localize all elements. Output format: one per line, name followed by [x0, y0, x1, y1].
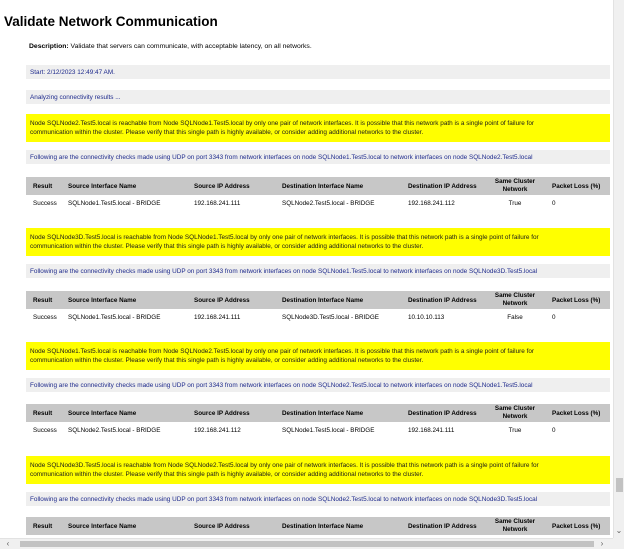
- horizontal-scroll-thumb[interactable]: [20, 541, 594, 547]
- column-header: Source IP Address: [194, 182, 250, 190]
- warning-line: communication within the cluster. Please…: [30, 471, 424, 478]
- warning-box: Node SQLNode3D.Test5.local is reachable …: [26, 228, 610, 256]
- table-cell: 192.168.241.112: [194, 426, 241, 434]
- column-header: Source IP Address: [194, 296, 250, 304]
- column-header: Packet Loss (%): [552, 182, 601, 190]
- column-header: Packet Loss (%): [552, 522, 601, 530]
- column-header: Same Cluster Network: [494, 518, 536, 533]
- column-header: Source Interface Name: [68, 522, 137, 530]
- table-cell: 192.168.241.111: [194, 313, 241, 321]
- column-header: Same Cluster Network: [494, 292, 536, 307]
- table-header: Result Source Interface Name Source IP A…: [26, 291, 610, 309]
- connectivity-checks-heading: Following are the connectivity checks ma…: [26, 492, 610, 506]
- warning-box: Node SQLNode2.Test5.local is reachable f…: [26, 114, 610, 142]
- warning-box: Node SQLNode3D.Test5.local is reachable …: [26, 456, 610, 484]
- vertical-scrollbar[interactable]: ⌄: [613, 0, 624, 538]
- table-cell: Success: [33, 426, 57, 434]
- table-row: Success SQLNode1.Test5.local - BRIDGE 19…: [26, 196, 610, 210]
- warning-line: Node SQLNode2.Test5.local is reachable f…: [30, 120, 535, 127]
- table-cell: 192.168.241.111: [194, 199, 241, 207]
- column-header: Source Interface Name: [68, 296, 137, 304]
- connectivity-checks-heading: Following are the connectivity checks ma…: [26, 378, 610, 392]
- table-row: Success SQLNode1.Test5.local - BRIDGE 19…: [26, 310, 610, 324]
- table-cell: 10.10.10.113: [408, 313, 445, 321]
- table-cell: Success: [33, 313, 57, 321]
- table-cell: 0: [552, 199, 556, 207]
- column-header: Destination IP Address: [408, 182, 477, 190]
- scroll-left-arrow-icon[interactable]: ‹: [3, 539, 13, 549]
- table-cell: 0: [552, 426, 556, 434]
- table-cell: 192.168.241.111: [408, 426, 455, 434]
- warning-box: Node SQLNode1.Test5.local is reachable f…: [26, 342, 610, 370]
- warning-line: Node SQLNode3D.Test5.local is reachable …: [30, 234, 539, 241]
- warning-line: communication within the cluster. Please…: [30, 129, 424, 136]
- column-header: Same Cluster Network: [494, 178, 536, 193]
- table-cell: True: [508, 199, 522, 207]
- warning-line: communication within the cluster. Please…: [30, 357, 424, 364]
- table-header: Result Source Interface Name Source IP A…: [26, 177, 610, 195]
- column-header: Packet Loss (%): [552, 296, 601, 304]
- table-row: Success SQLNode2.Test5.local - BRIDGE 19…: [26, 423, 610, 437]
- table-cell: 0: [552, 313, 556, 321]
- column-header: Destination IP Address: [408, 522, 477, 530]
- scroll-down-arrow-icon[interactable]: ⌄: [614, 526, 624, 536]
- page-title: Validate Network Communication: [4, 14, 218, 29]
- column-header: Destination Interface Name: [282, 409, 364, 417]
- table-cell: True: [508, 426, 522, 434]
- vertical-scroll-thumb[interactable]: [616, 478, 623, 492]
- column-header: Result: [33, 182, 53, 190]
- warning-line: communication within the cluster. Please…: [30, 243, 424, 250]
- table-cell: SQLNode3D.Test5.local - BRIDGE: [282, 313, 379, 321]
- column-header: Source IP Address: [194, 409, 250, 417]
- column-header: Destination IP Address: [408, 409, 477, 417]
- column-header: Destination Interface Name: [282, 296, 364, 304]
- table-cell: False: [507, 313, 523, 321]
- description-text: Validate that servers can communicate, w…: [68, 43, 312, 50]
- connectivity-checks-heading: Following are the connectivity checks ma…: [26, 264, 610, 278]
- start-time: Start: 2/12/2023 12:49:47 AM.: [26, 65, 610, 79]
- description: Description: Validate that servers can c…: [29, 43, 599, 50]
- column-header: Packet Loss (%): [552, 409, 601, 417]
- table-cell: SQLNode2.Test5.local - BRIDGE: [282, 199, 375, 207]
- table-cell: SQLNode1.Test5.local - BRIDGE: [282, 426, 375, 434]
- table-cell: SQLNode1.Test5.local - BRIDGE: [68, 313, 161, 321]
- column-header: Source Interface Name: [68, 182, 137, 190]
- scroll-right-arrow-icon[interactable]: ›: [597, 539, 607, 549]
- column-header: Destination Interface Name: [282, 182, 364, 190]
- description-label: Description:: [29, 43, 69, 50]
- table-header: Result Source Interface Name Source IP A…: [26, 404, 610, 422]
- table-cell: SQLNode2.Test5.local - BRIDGE: [68, 426, 161, 434]
- table-header: Result Source Interface Name Source IP A…: [26, 517, 610, 535]
- column-header: Result: [33, 409, 53, 417]
- column-header: Destination Interface Name: [282, 522, 364, 530]
- column-header: Source Interface Name: [68, 409, 137, 417]
- report-content: Validate Network Communication Descripti…: [0, 0, 613, 538]
- column-header: Destination IP Address: [408, 296, 477, 304]
- warning-line: Node SQLNode1.Test5.local is reachable f…: [30, 348, 535, 355]
- connectivity-checks-heading: Following are the connectivity checks ma…: [26, 150, 610, 164]
- column-header: Source IP Address: [194, 522, 250, 530]
- analyzing-status: Analyzing connectivity results ...: [26, 90, 610, 104]
- table-cell: Success: [33, 199, 57, 207]
- table-cell: SQLNode1.Test5.local - BRIDGE: [68, 199, 161, 207]
- column-header: Same Cluster Network: [494, 405, 536, 420]
- column-header: Result: [33, 522, 53, 530]
- scrollbar-corner: [613, 538, 624, 549]
- table-cell: 192.168.241.112: [408, 199, 455, 207]
- horizontal-scrollbar[interactable]: ‹ ›: [0, 538, 613, 549]
- column-header: Result: [33, 296, 53, 304]
- warning-line: Node SQLNode3D.Test5.local is reachable …: [30, 462, 539, 469]
